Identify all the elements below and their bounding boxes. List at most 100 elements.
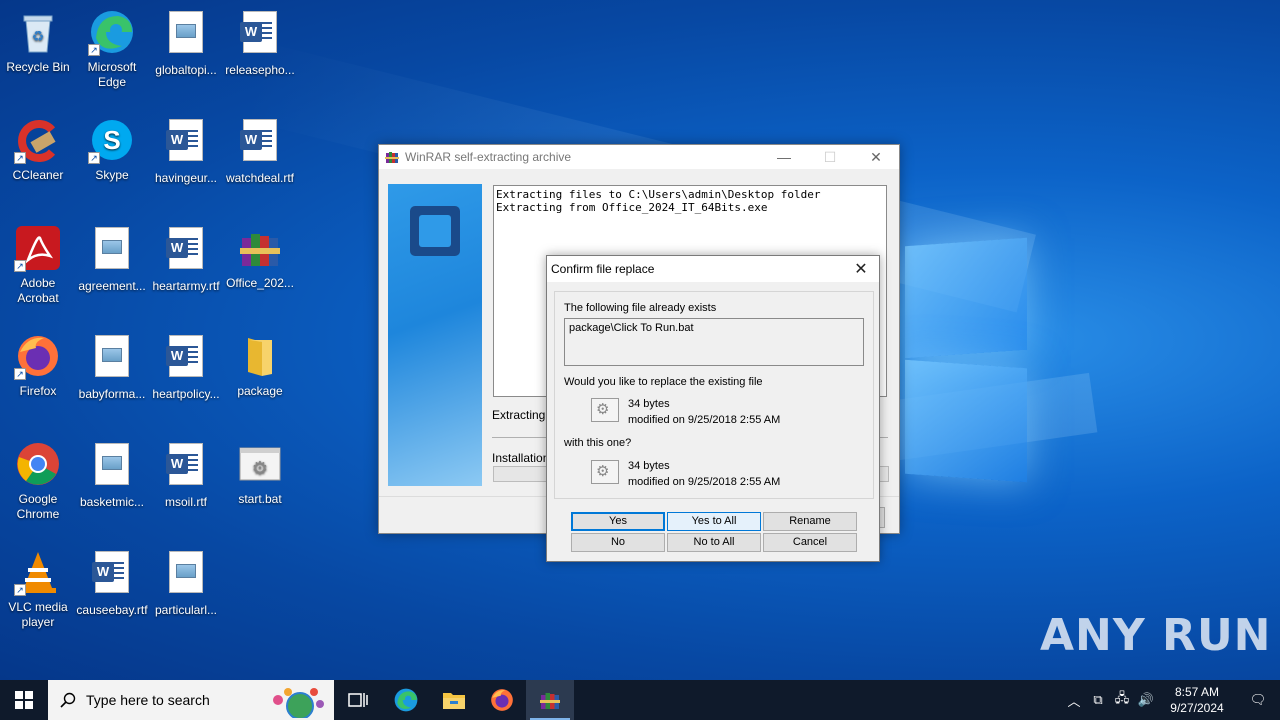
window-title: WinRAR self-extracting archive bbox=[405, 150, 572, 164]
desktop-icon-office-sfx[interactable]: Office_202... bbox=[222, 224, 298, 291]
desktop-icon-watchdeal[interactable]: W watchdeal.rtf bbox=[222, 116, 298, 186]
desktop-icon-heartpolicy[interactable]: W heartpolicy... bbox=[148, 332, 224, 402]
windows-logo-icon bbox=[15, 691, 33, 709]
taskbar-search-box[interactable]: Type here to search bbox=[48, 680, 334, 720]
desktop-icon-google-chrome[interactable]: Google Chrome bbox=[0, 440, 76, 522]
search-icon bbox=[60, 692, 76, 708]
notification-icon[interactable]: 🗨 bbox=[1236, 692, 1280, 708]
edge-icon bbox=[394, 688, 418, 712]
taskbar: Type here to search ︿ ⧉ 🖧 🔊 8:57 AM 9/27… bbox=[0, 680, 1280, 720]
minimize-icon[interactable]: — bbox=[761, 145, 807, 169]
desktop-icon-label: Adobe Acrobat bbox=[17, 276, 59, 305]
image-file-icon bbox=[95, 443, 129, 485]
desktop-icon-label: msoil.rtf bbox=[165, 495, 207, 509]
close-icon[interactable]: ✕ bbox=[849, 258, 873, 280]
desktop-icon-label: babyforma... bbox=[78, 387, 146, 401]
taskbar-edge[interactable] bbox=[382, 680, 430, 720]
desktop-icon-label: Microsoft Edge bbox=[87, 60, 137, 89]
maximize-icon[interactable]: ☐ bbox=[807, 145, 853, 169]
taskbar-winrar[interactable] bbox=[526, 680, 574, 720]
desktop-icon-label: Office_202... bbox=[226, 276, 294, 290]
start-button[interactable] bbox=[0, 680, 48, 720]
with-this-text: with this one? bbox=[564, 437, 632, 449]
desktop-icon-label: Recycle Bin bbox=[6, 60, 70, 74]
desktop-icon-label: causeebay.rtf bbox=[76, 603, 148, 617]
clock-date: 9/27/2024 bbox=[1170, 701, 1224, 715]
new-file-modified: modified on 9/25/2018 2:55 AM bbox=[628, 476, 781, 488]
desktop-icon-skype[interactable]: S ↗ Skype bbox=[74, 116, 150, 183]
recycle-bin-icon: ♻ bbox=[23, 15, 53, 53]
confirm-file-replace-dialog[interactable]: Confirm file replace ✕ The following fil… bbox=[546, 255, 880, 562]
winrar-archive-icon bbox=[240, 234, 280, 266]
task-view-icon bbox=[348, 693, 368, 707]
image-file-icon bbox=[95, 335, 129, 377]
desktop-icon-label: CCleaner bbox=[12, 168, 64, 182]
existing-file-icon bbox=[591, 398, 619, 422]
word-file-icon: W bbox=[166, 119, 203, 161]
existing-file-modified: modified on 9/25/2018 2:55 AM bbox=[628, 414, 781, 426]
desktop-icon-label: basketmic... bbox=[79, 495, 145, 509]
word-file-icon: W bbox=[240, 11, 277, 53]
rename-button[interactable]: Rename bbox=[763, 512, 857, 531]
chevron-up-icon[interactable]: ︿ bbox=[1062, 691, 1086, 710]
desktop-icon-firefox[interactable]: ↗ Firefox bbox=[0, 332, 76, 399]
yes-to-all-button[interactable]: Yes to All bbox=[667, 512, 761, 531]
desktop-icon-label: havingeur... bbox=[154, 171, 218, 185]
desktop-icon-label: watchdeal.rtf bbox=[225, 171, 295, 185]
clock[interactable]: 8:57 AM 9/27/2024 bbox=[1158, 684, 1236, 716]
sfx-banner-image bbox=[388, 184, 482, 486]
desktop-icon-label: releasepho... bbox=[225, 63, 295, 77]
desktop-icon-babyforma[interactable]: babyforma... bbox=[74, 332, 150, 402]
image-file-icon bbox=[95, 227, 129, 269]
taskbar-firefox[interactable] bbox=[478, 680, 526, 720]
desktop-icon-label: start.bat bbox=[238, 492, 282, 506]
desktop-icon-basketmic[interactable]: basketmic... bbox=[74, 440, 150, 510]
file-path-field: package\Click To Run.bat bbox=[564, 318, 864, 366]
folder-icon bbox=[248, 338, 272, 376]
no-to-all-button[interactable]: No to All bbox=[667, 533, 761, 552]
desktop-icon-vlc[interactable]: ↗ VLC media player bbox=[0, 548, 76, 630]
taskbar-file-explorer[interactable] bbox=[430, 680, 478, 720]
winrar-icon bbox=[385, 152, 399, 163]
task-view-button[interactable] bbox=[334, 680, 382, 720]
image-file-icon bbox=[169, 11, 203, 53]
exists-text: The following file already exists bbox=[564, 302, 717, 314]
desktop-icon-havingeur[interactable]: W havingeur... bbox=[148, 116, 224, 186]
desktop-icon-globaltopi[interactable]: globaltopi... bbox=[148, 8, 224, 78]
desktop-icon-microsoft-edge[interactable]: ↗ Microsoft Edge bbox=[74, 8, 150, 90]
desktop-icon-causeebay[interactable]: W causeebay.rtf bbox=[74, 548, 150, 618]
replace-question: Would you like to replace the existing f… bbox=[564, 376, 763, 388]
new-file-size: 34 bytes bbox=[628, 460, 670, 472]
desktop-icon-recycle-bin[interactable]: ♻ Recycle Bin bbox=[0, 8, 76, 75]
desktop-icon-agreement[interactable]: agreement... bbox=[74, 224, 150, 294]
desktop-icon-adobe-acrobat[interactable]: ↗ Adobe Acrobat bbox=[0, 224, 76, 306]
word-file-icon: W bbox=[166, 443, 203, 485]
desktop-icon-ccleaner[interactable]: ↗ CCleaner bbox=[0, 116, 76, 183]
desktop-icon-heartarmy[interactable]: W heartarmy.rtf bbox=[148, 224, 224, 294]
firefox-icon bbox=[491, 689, 513, 711]
existing-file-size: 34 bytes bbox=[628, 398, 670, 410]
desktop-icon-label: VLC media player bbox=[8, 600, 68, 629]
batch-file-icon: ⚙ bbox=[239, 447, 281, 481]
log-line: Extracting from Office_2024_IT_64Bits.ex… bbox=[496, 201, 768, 214]
yes-button[interactable]: Yes bbox=[571, 512, 665, 531]
desktop-icon-label: Firefox bbox=[19, 384, 57, 398]
volume-icon[interactable]: 🔊 bbox=[1134, 692, 1158, 708]
desktop-icon-particularl[interactable]: particularl... bbox=[148, 548, 224, 618]
no-button[interactable]: No bbox=[571, 533, 665, 552]
desktop-icon-releasepho[interactable]: W releasepho... bbox=[222, 8, 298, 78]
desktop-icon-label: particularl... bbox=[154, 603, 218, 617]
network-status-icon[interactable]: ⧉ bbox=[1086, 692, 1110, 708]
file-explorer-icon bbox=[443, 693, 465, 709]
desktop-icon-label: package bbox=[237, 384, 283, 398]
cancel-button[interactable]: Cancel bbox=[763, 533, 857, 552]
desktop-icon-start-bat[interactable]: ⚙ start.bat bbox=[222, 440, 298, 507]
desktop-icon-msoil[interactable]: W msoil.rtf bbox=[148, 440, 224, 510]
desktop-icon-label: heartpolicy... bbox=[152, 387, 220, 401]
desktop-icon-package[interactable]: package bbox=[222, 332, 298, 399]
dialog-titlebar[interactable]: Confirm file replace bbox=[547, 256, 879, 282]
close-icon[interactable]: ✕ bbox=[853, 145, 899, 169]
chrome-icon bbox=[17, 443, 59, 485]
network-icon[interactable]: 🖧 bbox=[1110, 689, 1134, 711]
new-file-icon bbox=[591, 460, 619, 484]
